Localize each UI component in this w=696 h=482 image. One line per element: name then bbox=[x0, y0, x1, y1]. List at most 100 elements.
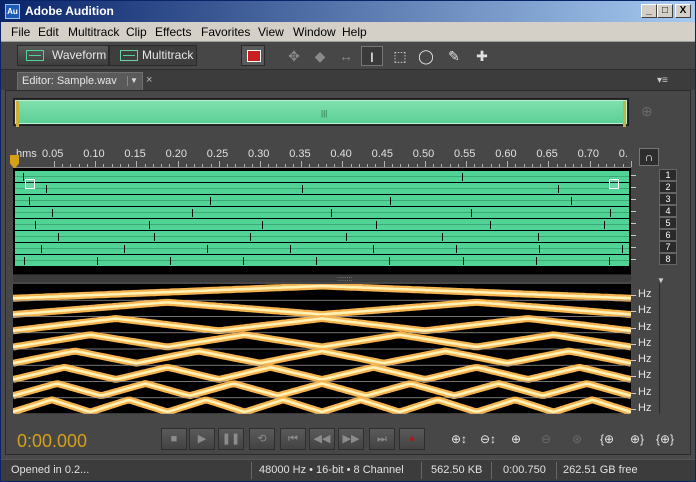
waveform-display[interactable] bbox=[13, 168, 631, 274]
menu-window[interactable]: Window bbox=[293, 25, 336, 39]
waveform-transient bbox=[442, 233, 443, 241]
play-button[interactable]: ▶ bbox=[189, 428, 215, 450]
chevron-down-icon[interactable]: ▼ bbox=[127, 76, 138, 86]
go-to-start-button[interactable]: ⏮ bbox=[280, 428, 306, 450]
rewind-button[interactable]: ◀◀ bbox=[309, 428, 335, 450]
marquee-tool-icon[interactable]: ⬚ bbox=[389, 46, 411, 66]
menu-favorites[interactable]: Favorites bbox=[201, 25, 250, 39]
ruler-tick bbox=[301, 161, 303, 167]
menu-effects[interactable]: Effects bbox=[155, 25, 191, 39]
tab-close-icon[interactable]: × bbox=[146, 74, 152, 86]
snap-magnet-icon[interactable]: ∩ bbox=[639, 148, 659, 166]
menu-edit[interactable]: Edit bbox=[38, 25, 59, 39]
spectral-display-toggle[interactable] bbox=[241, 45, 265, 66]
ruler-tick bbox=[383, 161, 385, 167]
ruler-minor-tick bbox=[622, 164, 624, 167]
zoom-full-icon[interactable]: ⊛ bbox=[565, 430, 589, 448]
time-ruler[interactable]: hms 0.05 0.10 0.15 0.20 0.25 0.30 0.35 0.40 0.45… bbox=[13, 146, 632, 168]
brush-tool-icon[interactable]: ✎ bbox=[443, 46, 465, 66]
waveform-transient bbox=[170, 257, 171, 265]
channel-label-2[interactable]: 2 bbox=[659, 181, 677, 193]
spectral-hz-label: Hz bbox=[638, 353, 652, 365]
menu-clip[interactable]: Clip bbox=[126, 25, 147, 39]
overview-left-handle[interactable] bbox=[16, 101, 19, 127]
display-divider[interactable]: :::::::: bbox=[13, 274, 631, 283]
waveform-transient bbox=[52, 209, 53, 217]
ruler-minor-tick bbox=[375, 164, 377, 167]
ruler-minor-tick bbox=[474, 164, 476, 167]
waveform-channel[interactable] bbox=[15, 243, 629, 254]
loop-button[interactable]: ⟲ bbox=[249, 428, 275, 450]
lasso-tool-icon[interactable]: ◯ bbox=[415, 46, 437, 66]
zoom-in-time-icon[interactable]: ⊕ bbox=[504, 430, 528, 448]
waveform-transient bbox=[622, 245, 623, 253]
menu-view[interactable]: View bbox=[258, 25, 284, 39]
minimize-button[interactable]: _ bbox=[641, 4, 657, 18]
channel-label-5[interactable]: 5 bbox=[659, 217, 677, 229]
channel-label-4[interactable]: 4 bbox=[659, 205, 677, 217]
ruler-tick-label: 0.10 bbox=[83, 148, 105, 160]
panel-menu-icon[interactable]: ▾≡ bbox=[657, 75, 668, 86]
waveform-channel[interactable] bbox=[15, 183, 629, 194]
time-selection-tool-icon[interactable]: I bbox=[361, 46, 383, 66]
fade-out-handle[interactable] bbox=[609, 179, 619, 189]
ruler-tick-label: 0.35 bbox=[289, 148, 311, 160]
waveform-channel[interactable] bbox=[15, 231, 629, 242]
waveform-transient bbox=[192, 209, 193, 217]
pause-button[interactable]: ❚❚ bbox=[218, 428, 244, 450]
menu-file[interactable]: File bbox=[11, 25, 30, 39]
waveform-channel[interactable] bbox=[15, 255, 629, 266]
waveform-transient bbox=[456, 245, 457, 253]
title-bar[interactable]: Au Adobe Audition _ □ X bbox=[1, 1, 695, 22]
spectral-scale-panel bbox=[659, 284, 687, 414]
ruler-tick-label: 0.65 bbox=[536, 148, 558, 160]
ruler-tick-label: 0.15 bbox=[124, 148, 146, 160]
multitrack-view-button[interactable]: Multitrack bbox=[109, 45, 197, 66]
status-format: 48000 Hz • 16-bit • 8 Channel bbox=[259, 464, 404, 476]
editor-tab[interactable]: Editor: Sample.wav ▼ bbox=[17, 72, 143, 90]
overview-visible-range[interactable]: ||| bbox=[15, 100, 627, 127]
zoom-navigator-icon[interactable]: ⊕ bbox=[641, 103, 659, 121]
zoom-in-point-in-icon[interactable]: {⊕ bbox=[595, 430, 619, 448]
spectral-scale-tick bbox=[631, 327, 636, 329]
menu-help[interactable]: Help bbox=[342, 25, 367, 39]
channel-label-1[interactable]: 1 bbox=[659, 169, 677, 181]
zoom-in-amplitude-icon[interactable]: ⊕↕ bbox=[447, 430, 471, 448]
channel-label-7[interactable]: 7 bbox=[659, 241, 677, 253]
ruler-tick bbox=[424, 161, 426, 167]
waveform-transient bbox=[536, 257, 537, 265]
channel-label-3[interactable]: 3 bbox=[659, 193, 677, 205]
slip-tool-icon[interactable]: ↔ bbox=[335, 46, 357, 66]
zoom-in-point-out-icon[interactable]: ⊕} bbox=[625, 430, 649, 448]
overview-navigator[interactable]: ||| bbox=[13, 98, 629, 127]
menu-multitrack[interactable]: Multitrack bbox=[68, 25, 119, 39]
move-tool-icon[interactable]: ✥ bbox=[283, 46, 305, 66]
zoom-out-amplitude-icon[interactable]: ⊖↕ bbox=[476, 430, 500, 448]
waveform-channel[interactable] bbox=[15, 171, 629, 182]
fast-forward-button[interactable]: ▶▶ bbox=[338, 428, 364, 450]
current-time-display[interactable]: 0:00.000 bbox=[17, 431, 87, 452]
maximize-button[interactable]: □ bbox=[657, 4, 673, 18]
waveform-channel[interactable] bbox=[15, 195, 629, 206]
fade-in-handle[interactable] bbox=[25, 179, 35, 189]
channel-label-8[interactable]: 8 bbox=[659, 253, 677, 265]
zoom-out-time-icon[interactable]: ⊖ bbox=[534, 430, 558, 448]
spot-healing-tool-icon[interactable]: ✚ bbox=[471, 46, 493, 66]
ruler-tick bbox=[136, 161, 138, 167]
waveform-view-button[interactable]: Waveform bbox=[17, 45, 109, 66]
stop-button[interactable]: ■ bbox=[161, 428, 187, 450]
waveform-transient bbox=[610, 209, 611, 217]
ruler-minor-tick bbox=[62, 164, 64, 167]
zoom-selection-icon[interactable]: {⊕} bbox=[653, 430, 677, 448]
go-to-end-button[interactable]: ⏭ bbox=[369, 428, 395, 450]
overview-right-handle[interactable] bbox=[623, 101, 626, 127]
channel-label-6[interactable]: 6 bbox=[659, 229, 677, 241]
spectral-frequency-display[interactable] bbox=[13, 284, 631, 414]
razor-tool-icon[interactable]: ◆ bbox=[309, 46, 331, 66]
record-button[interactable]: ● bbox=[399, 428, 425, 450]
channel-center-line bbox=[15, 224, 629, 225]
waveform-channel[interactable] bbox=[15, 219, 629, 230]
waveform-channel[interactable] bbox=[15, 207, 629, 218]
close-button[interactable]: X bbox=[675, 4, 691, 18]
ruler-minor-tick bbox=[144, 164, 146, 167]
